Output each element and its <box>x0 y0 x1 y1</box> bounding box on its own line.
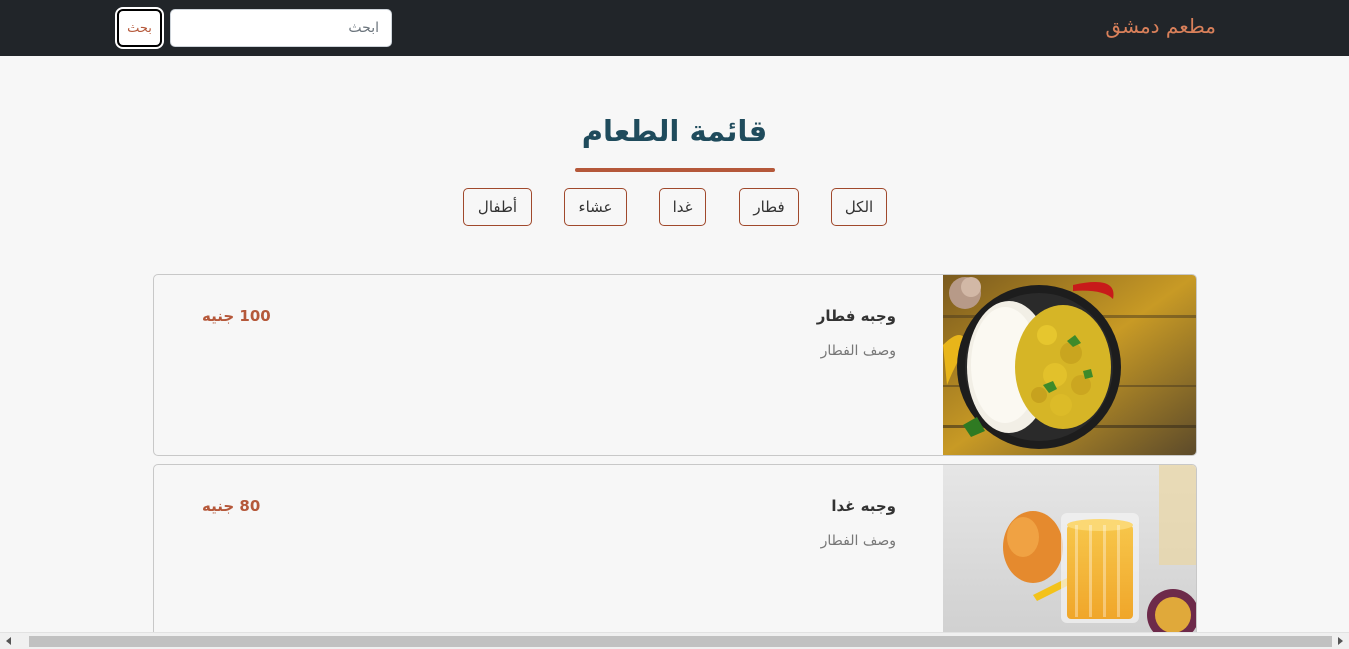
curry-rice-dish-image <box>943 275 1196 455</box>
menu-item-price: 80 جنيه <box>202 497 261 515</box>
horizontal-scrollbar[interactable] <box>0 632 1349 649</box>
scrollbar-thumb[interactable] <box>29 636 1332 647</box>
filter-all-button[interactable]: الكل <box>831 188 887 226</box>
brand-logo[interactable]: مطعم دمشق <box>1105 14 1216 38</box>
filter-kids-button[interactable]: أطفال <box>463 188 532 226</box>
filter-lunch-button[interactable]: غدا <box>659 188 706 226</box>
menu-item-card[interactable]: وجبه فطار وصف الفطار 100 جنيه <box>153 274 1197 456</box>
search-input[interactable] <box>170 9 392 47</box>
title-underline <box>575 168 775 172</box>
search-button[interactable]: بحث <box>117 9 162 47</box>
filter-breakfast-button[interactable]: فطار <box>739 188 799 226</box>
menu-item-card[interactable]: وجبه غدا وصف الفطار 80 جنيه <box>153 464 1197 646</box>
scroll-left-arrow-icon[interactable] <box>6 637 11 645</box>
menu-item-description: وصف الفطار <box>820 533 896 549</box>
menu-item-name: وجبه فطار <box>816 307 896 325</box>
menu-item-price: 100 جنيه <box>202 307 271 325</box>
mango-juice-image <box>943 465 1196 645</box>
page-title: قائمة الطعام <box>581 114 768 148</box>
filter-dinner-button[interactable]: عشاء <box>564 188 627 226</box>
navbar: مطعم دمشق بحث <box>0 0 1349 56</box>
menu-item-name: وجبه غدا <box>831 497 896 515</box>
menu-item-description: وصف الفطار <box>820 343 896 359</box>
scroll-right-arrow-icon[interactable] <box>1338 637 1343 645</box>
